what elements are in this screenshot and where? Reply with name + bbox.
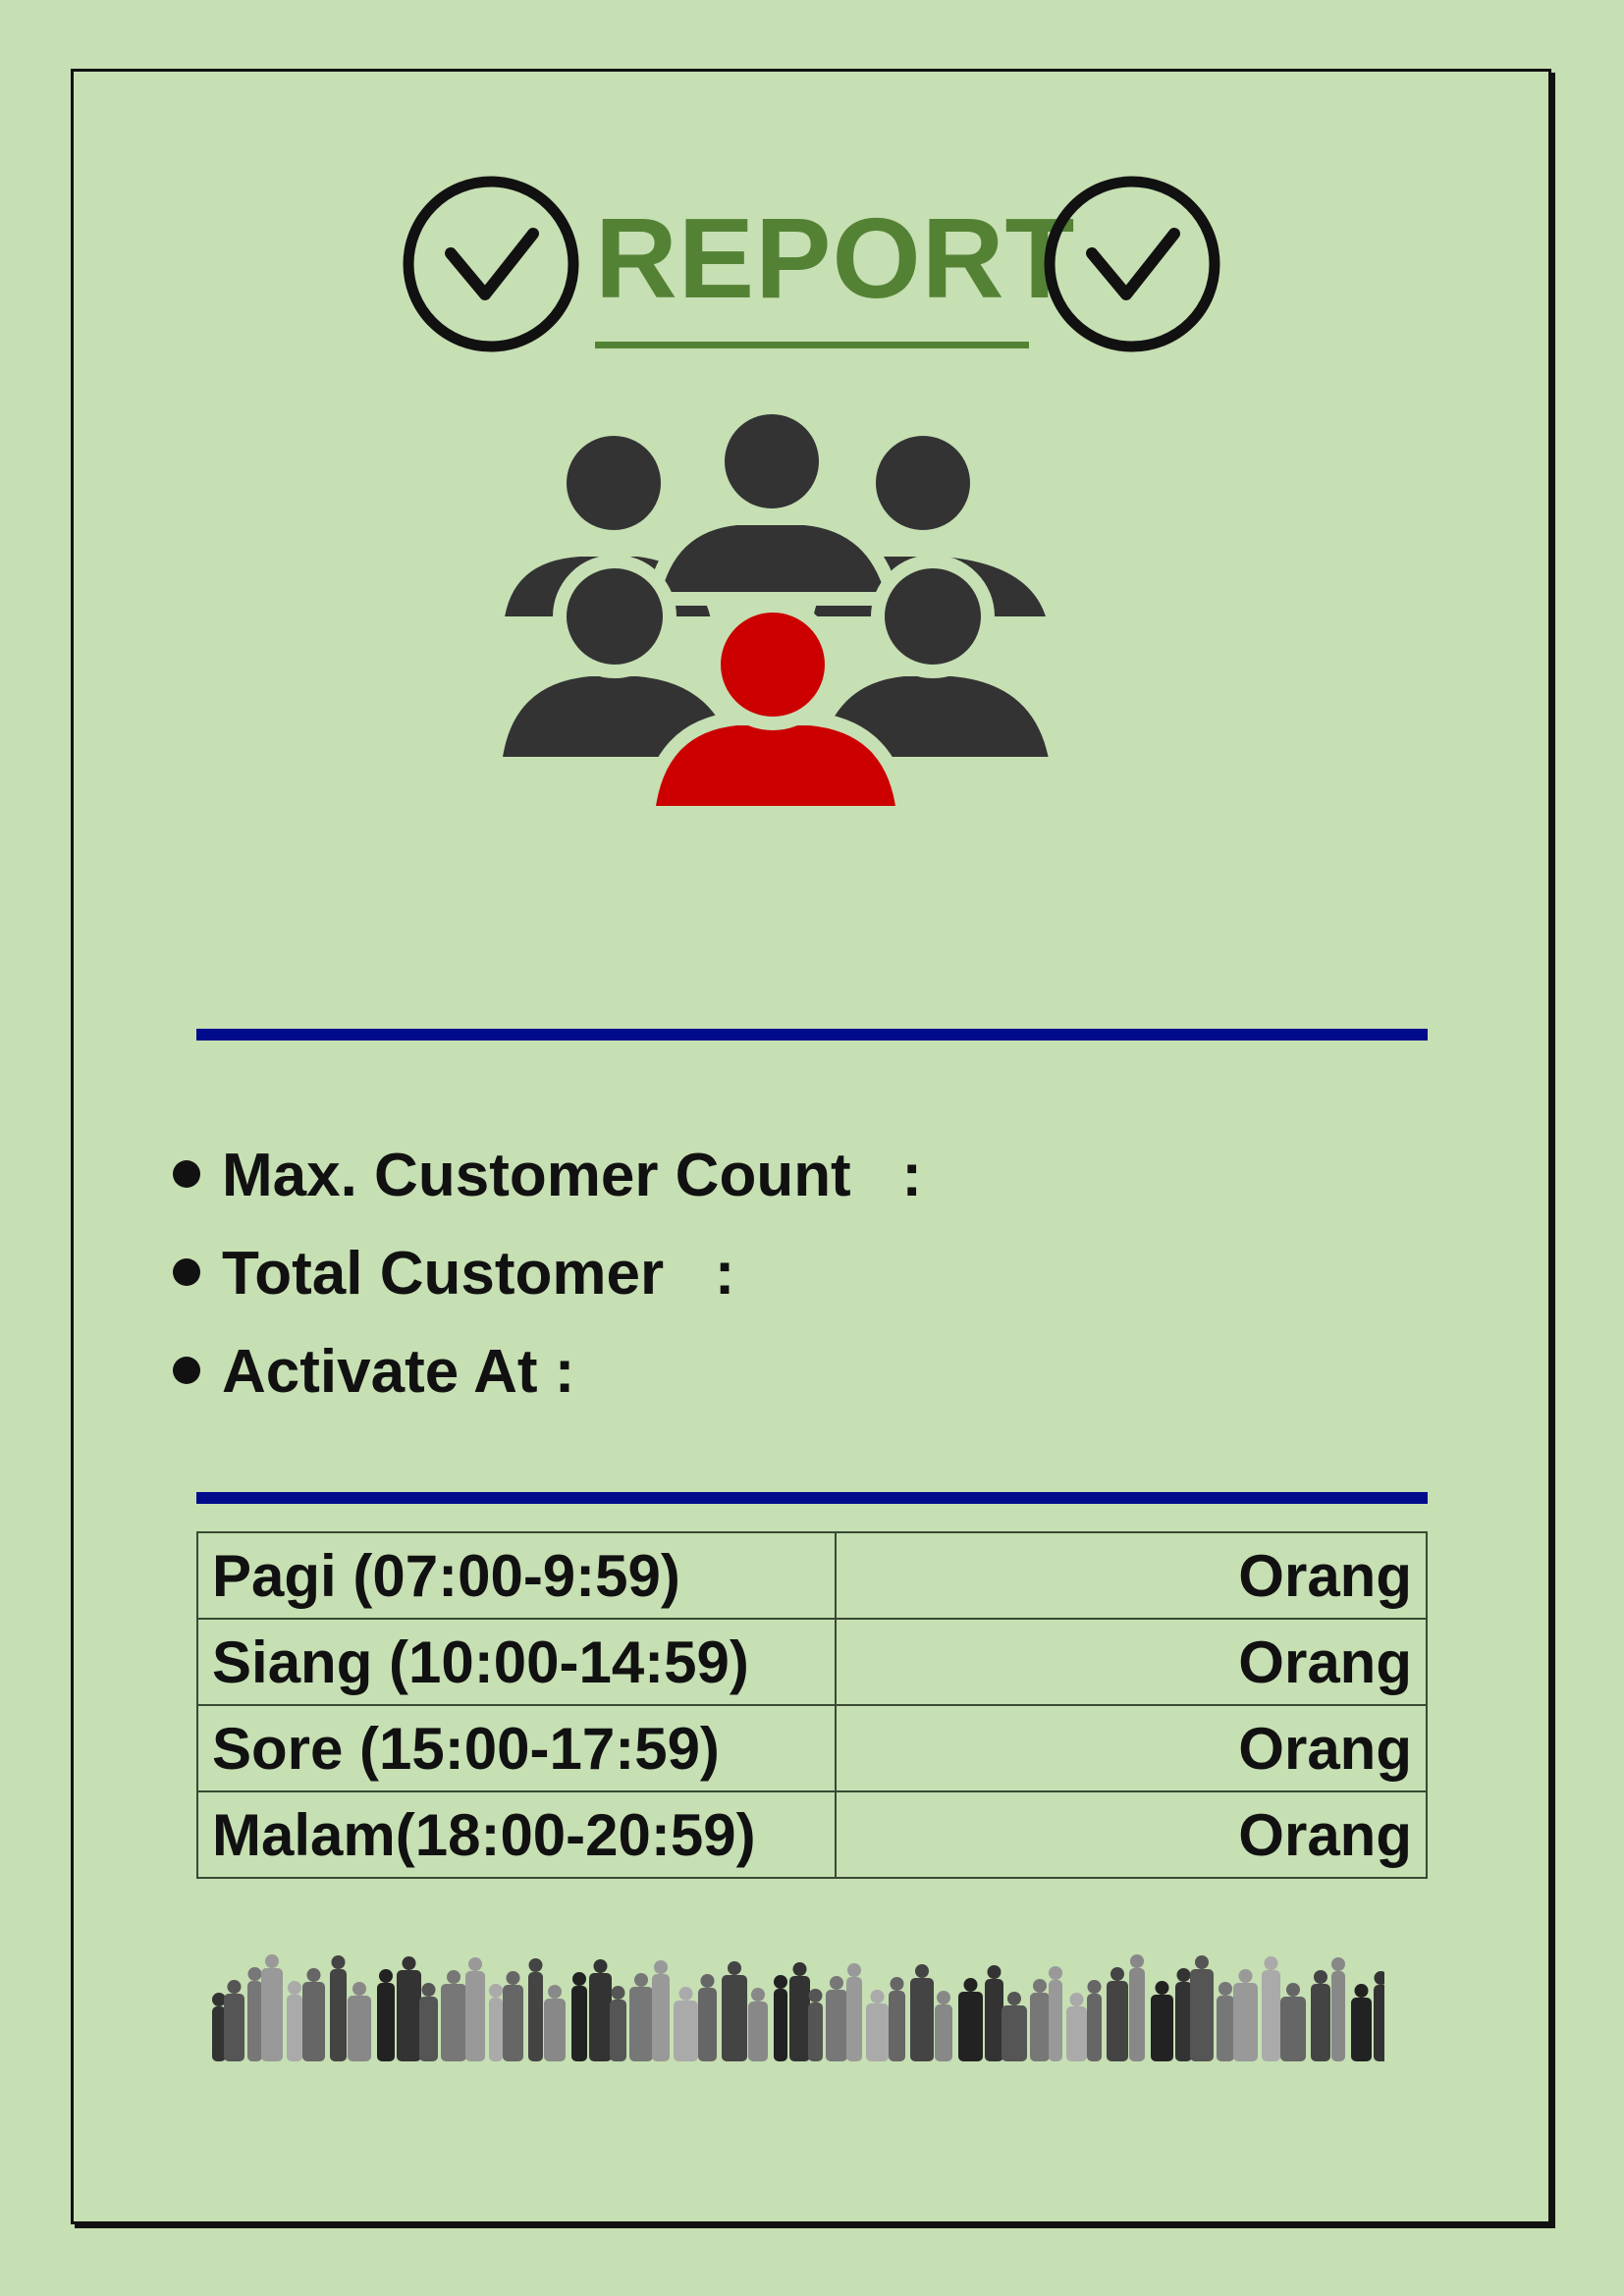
shift-table: Pagi (07:00-9:59) Orang Siang (10:00-14:…: [196, 1531, 1428, 1879]
shift-period: Pagi (07:00-9:59): [196, 1531, 837, 1620]
person-silhouette: [958, 1978, 983, 2061]
shift-period: Sore (15:00-17:59): [196, 1704, 837, 1792]
person-silhouette: [1129, 1954, 1145, 2061]
person-silhouette: [571, 1972, 587, 2061]
person-silhouette: [1030, 1979, 1050, 2061]
shift-period: Siang (10:00-14:59): [196, 1618, 837, 1706]
activate-at-label: Activate At :: [222, 1338, 575, 1406]
person-silhouette: [1001, 1992, 1027, 2061]
person-silhouette: [348, 1982, 371, 2061]
crowd-silhouette: [212, 1954, 1384, 2061]
shift-count-unit: Orang: [835, 1790, 1428, 1879]
divider-bottom: [196, 1492, 1428, 1504]
title-row: REPORT: [0, 175, 1624, 361]
person-silhouette: [247, 1967, 262, 2061]
shift-count-unit: Orang: [835, 1531, 1428, 1620]
person-silhouette: [287, 1981, 302, 2061]
person-silhouette: [503, 1971, 523, 2061]
person-silhouette: [528, 1958, 543, 2061]
person-silhouette: [910, 1964, 934, 2061]
table-row: Malam(18:00-20:59) Orang: [196, 1790, 1428, 1879]
bullet-icon: [173, 1257, 200, 1286]
person-silhouette: [889, 1977, 905, 2061]
person-silhouette: [1066, 1993, 1087, 2061]
person-silhouette: [1190, 1955, 1214, 2061]
person-silhouette: [846, 1963, 862, 2061]
person-silhouette: [789, 1962, 810, 2061]
person-silhouette: [1175, 1968, 1192, 2061]
person-silhouette: [866, 1990, 889, 2061]
person-silhouette: [1107, 1967, 1128, 2061]
person-silhouette: [261, 1954, 283, 2061]
person-silhouette: [1351, 1984, 1372, 2061]
person-silhouette: [224, 1980, 244, 2061]
person-silhouette: [1311, 1970, 1330, 2061]
person-silhouette: [1049, 1966, 1062, 2061]
check-circle-icon: [1044, 176, 1220, 352]
table-row: Pagi (07:00-9:59) Orang: [196, 1531, 1428, 1620]
report-title: REPORT: [595, 194, 1076, 322]
shift-period: Malam(18:00-20:59): [196, 1790, 837, 1879]
bullet-icon: [173, 1159, 200, 1188]
check-circle-icon: [403, 176, 579, 352]
person-silhouette: [629, 1973, 653, 2061]
person-silhouette: [722, 1961, 747, 2061]
person-silhouette: [985, 1965, 1003, 2061]
table-row: Siang (10:00-14:59) Orang: [196, 1618, 1428, 1706]
max-customer-count-label: Max. Customer Count :: [222, 1142, 923, 1209]
person-silhouette: [808, 1989, 823, 2061]
person-silhouette: [1151, 1981, 1173, 2061]
person-silhouette: [1217, 1982, 1234, 2061]
list-item: Activate At :: [173, 1323, 922, 1421]
person-silhouette: [1331, 1957, 1345, 2061]
person-silhouette: [1087, 1980, 1102, 2061]
shift-count-unit: Orang: [835, 1704, 1428, 1792]
person-silhouette: [465, 1957, 485, 2061]
table-row: Sore (15:00-17:59) Orang: [196, 1704, 1428, 1792]
divider-top: [196, 1029, 1428, 1041]
people-group-icon: [491, 402, 1060, 815]
person-silhouette: [748, 1988, 768, 2061]
bullet-icon: [173, 1356, 200, 1384]
person-silhouette: [544, 1985, 566, 2061]
person-silhouette: [377, 1969, 395, 2061]
person-silhouette: [652, 1960, 670, 2061]
shift-count-unit: Orang: [835, 1618, 1428, 1706]
person-silhouette: [935, 1991, 952, 2061]
person-silhouette: [302, 1968, 325, 2061]
person-silhouette: [674, 1987, 698, 2061]
person-silhouette: [589, 1959, 612, 2061]
person-silhouette: [1262, 1956, 1280, 2061]
person-silhouette: [441, 1970, 466, 2061]
person-silhouette: [330, 1955, 347, 2061]
person-silhouette: [1280, 1983, 1306, 2061]
person-silhouette: [1374, 1971, 1384, 2061]
person-silhouette: [774, 1975, 787, 2061]
person-silhouette: [489, 1984, 503, 2061]
list-item: Max. Customer Count :: [173, 1127, 922, 1225]
person-silhouette: [826, 1976, 847, 2061]
person-silhouette: [610, 1986, 626, 2061]
person-silhouette: [212, 1993, 226, 2061]
person-silhouette: [698, 1974, 717, 2061]
title-underline: [595, 342, 1029, 348]
list-item: Total Customer :: [173, 1225, 922, 1323]
person-silhouette: [397, 1956, 421, 2061]
summary-list: Max. Customer Count : Total Customer : A…: [173, 1127, 922, 1421]
person-silhouette: [419, 1983, 438, 2061]
total-customer-label: Total Customer :: [222, 1240, 735, 1308]
person-silhouette: [1233, 1969, 1258, 2061]
